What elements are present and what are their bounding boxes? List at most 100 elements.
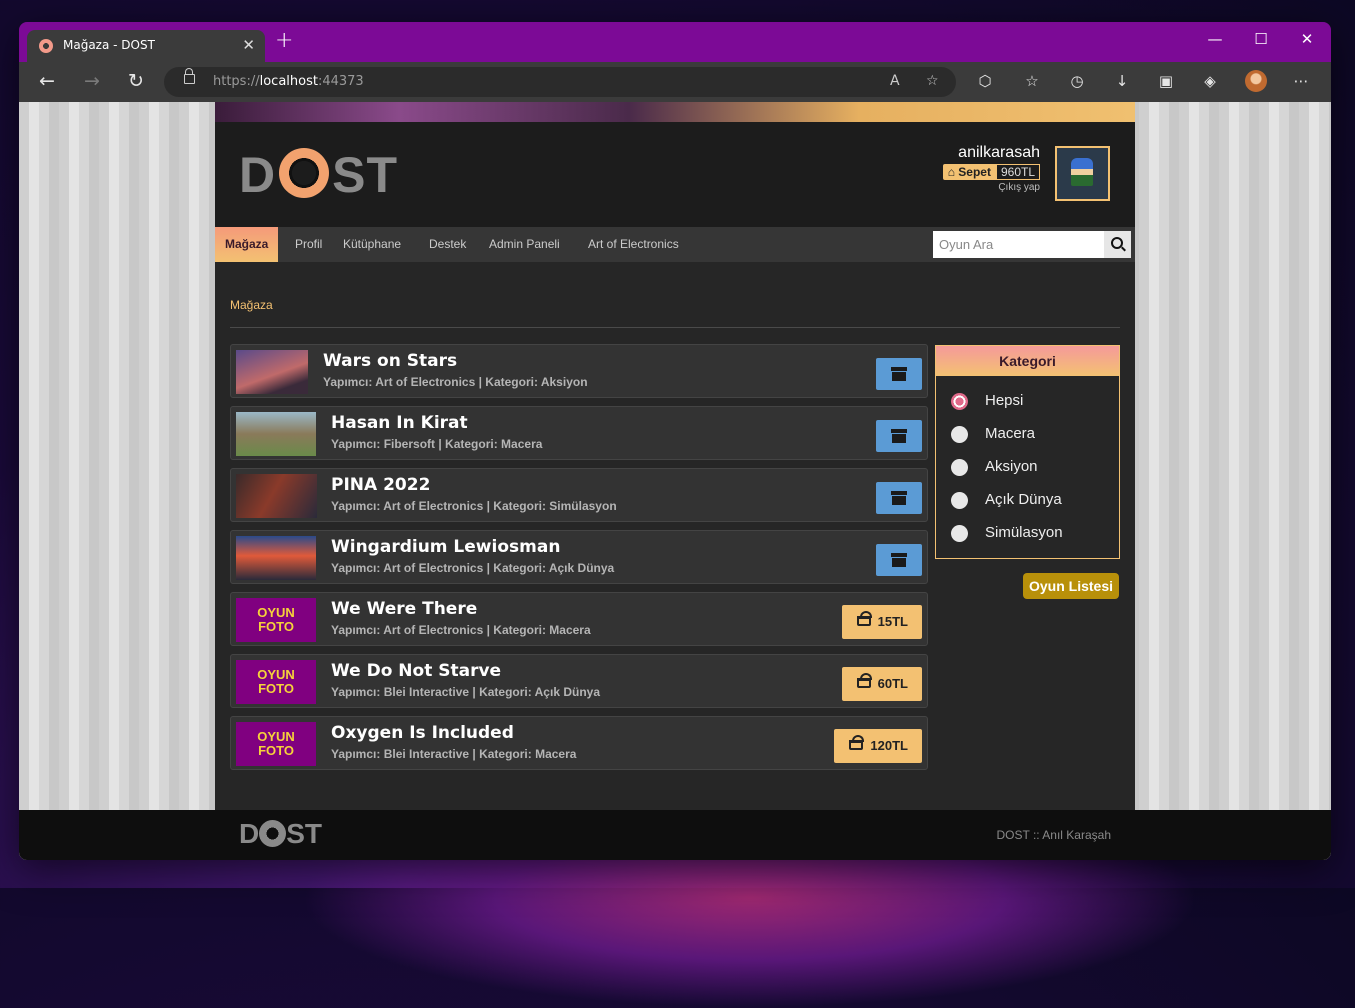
user-block: anilkarasah ⌂ Sepet 960TL Çıkış yap <box>942 144 1040 193</box>
archive-button[interactable] <box>876 420 922 452</box>
tab-strip: Mağaza - DOST ✕ + — ☐ ✕ <box>19 22 1331 62</box>
buy-button[interactable]: 60TL <box>841 667 922 701</box>
browser-window: Mağaza - DOST ✕ + — ☐ ✕ ← → ↻ https://lo… <box>19 22 1331 860</box>
math-solver-icon[interactable]: ▣ <box>1154 72 1178 90</box>
buy-button[interactable]: 120TL <box>834 729 922 763</box>
category-label: Açık Dünya <box>985 491 1062 508</box>
basket-icon <box>856 611 872 626</box>
archive-button[interactable] <box>876 358 922 390</box>
radio-icon[interactable] <box>951 426 968 443</box>
game-title[interactable]: Wingardium Lewiosman <box>331 537 560 557</box>
forward-arrow-icon[interactable]: → <box>78 70 106 92</box>
game-meta: Yapımcı: Art of Electronics | Kategori: … <box>331 499 617 513</box>
favorite-add-icon[interactable]: ☆ <box>926 73 939 89</box>
radio-icon[interactable] <box>951 525 968 542</box>
site-footer: D ST DOST :: Anıl Karaşah <box>19 810 1331 860</box>
game-photo-placeholder: OYUN FOTO <box>236 660 316 704</box>
browser-tab[interactable]: Mağaza - DOST ✕ <box>27 30 265 62</box>
nav-item-profil[interactable]: Profil <box>285 227 332 262</box>
game-meta: Yapımcı: Blei Interactive | Kategori: Ma… <box>331 747 577 761</box>
history-icon[interactable]: ◷ <box>1065 72 1089 90</box>
game-title[interactable]: Oxygen Is Included <box>331 723 514 743</box>
site-container: D ST anilkarasah ⌂ Sepet 960TL Çıkış yap … <box>215 102 1135 860</box>
category-filter: Kategori Hepsi Macera Aksiyon Açık Dünya… <box>935 345 1120 559</box>
nav-item-art-of-electronics[interactable]: Art of Electronics <box>578 227 689 262</box>
main-nav: Mağaza Profil Kütüphane Destek Admin Pan… <box>215 227 1135 262</box>
divider <box>230 327 1120 328</box>
lock-icon[interactable] <box>184 68 195 84</box>
close-window-button[interactable]: ✕ <box>1284 30 1330 48</box>
archive-button[interactable] <box>876 482 922 514</box>
performance-icon[interactable]: ◈ <box>1198 72 1222 90</box>
game-title[interactable]: PINA 2022 <box>331 475 430 495</box>
new-tab-button[interactable]: + <box>275 28 293 53</box>
game-thumbnail <box>236 412 316 456</box>
game-row[interactable]: Hasan In Kirat Yapımcı: Fibersoft | Kate… <box>230 406 928 460</box>
browser-toolbar: ← → ↻ https://localhost:44373 A ☆ ⬡ ☆ ◷ … <box>19 62 1331 102</box>
tab-title: Mağaza - DOST <box>63 38 155 52</box>
tab-close-icon[interactable]: ✕ <box>242 36 255 54</box>
logo-o-icon <box>279 148 330 198</box>
nav-item-destek[interactable]: Destek <box>419 227 476 262</box>
footer-logo: D ST <box>239 818 323 849</box>
refresh-icon[interactable]: ↻ <box>122 70 150 92</box>
game-meta: Yapımcı: Art of Electronics | Kategori: … <box>331 561 615 575</box>
cart-amount: 960TL <box>995 164 1040 180</box>
more-menu-icon[interactable]: ⋯ <box>1289 72 1313 90</box>
game-title[interactable]: We Were There <box>331 599 477 619</box>
game-title[interactable]: We Do Not Starve <box>331 661 501 681</box>
search-input[interactable]: Oyun Ara <box>933 231 1105 258</box>
favicon-icon <box>39 39 53 53</box>
game-meta: Yapımcı: Art of Electronics | Kategori: … <box>331 623 591 637</box>
profile-avatar-icon[interactable] <box>1245 70 1267 92</box>
search-icon[interactable] <box>1104 231 1131 258</box>
radio-checked-icon[interactable] <box>951 393 968 410</box>
game-meta: Yapımcı: Blei Interactive | Kategori: Aç… <box>331 685 600 699</box>
minimize-button[interactable]: — <box>1192 30 1238 48</box>
game-row[interactable]: Wars on Stars Yapımcı: Art of Electronic… <box>230 344 928 398</box>
back-arrow-icon[interactable]: ← <box>33 70 61 92</box>
category-label: Hepsi <box>985 392 1024 409</box>
extensions-icon[interactable]: ⬡ <box>973 72 997 90</box>
game-row[interactable]: OYUN FOTO Oxygen Is Included Yapımcı: Ble… <box>230 716 928 770</box>
header-banner <box>215 102 1135 122</box>
breadcrumb[interactable]: Mağaza <box>230 298 273 312</box>
url-text: https://localhost:44373 <box>213 74 364 89</box>
game-thumbnail <box>236 536 316 580</box>
read-aloud-icon[interactable]: A <box>890 73 900 89</box>
radio-icon[interactable] <box>951 459 968 476</box>
game-row[interactable]: OYUN FOTO We Do Not Starve Yapımcı: Blei … <box>230 654 928 708</box>
game-row[interactable]: OYUN FOTO We Were There Yapımcı: Art of E… <box>230 592 928 646</box>
game-thumbnail <box>236 474 317 518</box>
basket-icon <box>849 735 865 750</box>
username[interactable]: anilkarasah <box>943 144 1040 162</box>
downloads-icon[interactable]: ↓ <box>1110 72 1134 90</box>
nav-item-magaza[interactable]: Mağaza <box>215 227 279 262</box>
favorites-icon[interactable]: ☆ <box>1020 72 1044 90</box>
store-panel: Mağaza Wars on Stars Yapımcı: Art of Ele… <box>215 283 1135 860</box>
nav-item-kutuphane[interactable]: Kütüphane <box>333 227 411 262</box>
buy-button[interactable]: 15TL <box>841 605 922 639</box>
game-row[interactable]: Wingardium Lewiosman Yapımcı: Art of Ele… <box>230 530 928 584</box>
game-list-button[interactable]: Oyun Listesi <box>1023 573 1120 599</box>
address-bar[interactable]: https://localhost:44373 A ☆ <box>164 67 956 97</box>
category-title: Kategori <box>936 346 1119 376</box>
game-row[interactable]: PINA 2022 Yapımcı: Art of Electronics | … <box>230 468 928 522</box>
site-logo[interactable]: D ST <box>239 146 398 206</box>
page-viewport: D ST anilkarasah ⌂ Sepet 960TL Çıkış yap … <box>19 102 1331 860</box>
game-title[interactable]: Hasan In Kirat <box>331 413 468 433</box>
cart-button[interactable]: ⌂ Sepet <box>942 164 996 180</box>
radio-icon[interactable] <box>951 492 968 509</box>
footer-credit: DOST :: Anıl Karaşah <box>996 828 1112 842</box>
logout-link[interactable]: Çıkış yap <box>943 182 1040 193</box>
category-label: Simülasyon <box>985 524 1063 541</box>
game-photo-placeholder: OYUN FOTO <box>236 598 316 642</box>
game-thumbnail <box>236 350 308 394</box>
nav-item-admin-paneli[interactable]: Admin Paneli <box>479 227 570 262</box>
maximize-button[interactable]: ☐ <box>1238 30 1284 48</box>
user-avatar[interactable] <box>1055 146 1110 201</box>
site-header: D ST anilkarasah ⌂ Sepet 960TL Çıkış yap <box>215 122 1135 227</box>
game-photo-placeholder: OYUN FOTO <box>236 722 316 766</box>
game-title[interactable]: Wars on Stars <box>323 351 457 371</box>
archive-button[interactable] <box>876 544 922 576</box>
